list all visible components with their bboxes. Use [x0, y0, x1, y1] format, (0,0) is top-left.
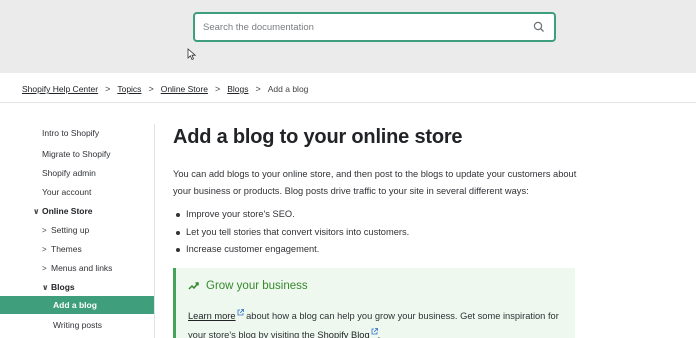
sidebar-item-setting-up[interactable]: > Setting up	[0, 221, 154, 239]
chevron-down-icon: ∨	[33, 207, 40, 216]
breadcrumb-divider	[0, 102, 696, 103]
list-item: Let you tell stories that convert visito…	[173, 224, 593, 242]
breadcrumb-current: Add a blog	[267, 84, 309, 94]
sidebar-item-label: Your account	[42, 187, 92, 197]
chevron-down-icon: ∨	[42, 283, 49, 292]
list-item: Improve your store's SEO.	[173, 206, 593, 224]
sidebar-item-label: Menus and links	[51, 263, 113, 273]
sidebar-item-blogs[interactable]: ∨ Blogs	[0, 278, 154, 296]
callout-body: Learn more about how a blog can help you…	[188, 305, 568, 338]
breadcrumb-separator: >	[105, 84, 111, 94]
sidebar-item-label: Themes	[51, 244, 82, 254]
sidebar-item-label: Online Store	[42, 206, 93, 216]
search-icon[interactable]	[532, 20, 546, 34]
sidebar-item-online-store[interactable]: ∨ Online Store	[0, 202, 154, 220]
grow-business-callout: Grow your business Learn more about how …	[173, 268, 575, 338]
breadcrumb: Shopify Help Center > Topics > Online St…	[22, 82, 308, 96]
breadcrumb-link-blogs[interactable]: Blogs	[227, 84, 248, 94]
sidebar-item-label: Shopify admin	[42, 168, 96, 178]
breadcrumb-link-online-store[interactable]: Online Store	[161, 84, 208, 94]
learn-more-link[interactable]: Learn more	[188, 311, 236, 321]
breadcrumb-separator: >	[148, 84, 154, 94]
shopify-blog-link[interactable]: Shopify Blog	[317, 330, 369, 338]
sidebar-divider	[154, 124, 155, 338]
page-title: Add a blog to your online store	[173, 126, 463, 148]
sidebar-item-intro-to-shopify[interactable]: Intro to Shopify	[0, 124, 154, 142]
callout-title-text: Grow your business	[206, 280, 308, 292]
intro-paragraph: You can add blogs to your online store, …	[173, 169, 577, 196]
sidebar-item-label: Migrate to Shopify	[42, 149, 111, 159]
sidebar-item-label: Setting up	[51, 225, 90, 235]
chevron-right-icon: >	[42, 245, 47, 254]
callout-text-end: .	[377, 330, 381, 338]
sidebar-item-add-a-blog[interactable]: Add a blog	[0, 296, 154, 314]
sidebar-item-shopify-admin[interactable]: Shopify admin	[0, 164, 154, 182]
sidebar-item-label: Intro to Shopify	[42, 128, 100, 138]
mouse-pointer-icon	[187, 48, 197, 61]
sidebar-item-label: Add a blog	[53, 300, 97, 310]
sidebar-item-label: Writing posts	[53, 320, 102, 330]
external-link-icon	[237, 305, 244, 316]
sidebar-item-your-account[interactable]: Your account	[0, 183, 154, 201]
sidebar-item-writing-posts[interactable]: Writing posts	[0, 316, 154, 334]
search-input[interactable]	[203, 18, 523, 36]
sidebar-item-themes[interactable]: > Themes	[0, 240, 154, 258]
search-band	[0, 0, 696, 73]
chevron-right-icon: >	[42, 264, 47, 273]
breadcrumb-separator: >	[255, 84, 261, 94]
breadcrumb-link-help-center[interactable]: Shopify Help Center	[22, 84, 98, 94]
external-link-icon	[371, 324, 378, 335]
sidebar-item-menus-and-links[interactable]: > Menus and links	[0, 259, 154, 277]
breadcrumb-link-topics[interactable]: Topics	[117, 84, 141, 94]
chevron-right-icon: >	[42, 226, 47, 235]
breadcrumb-separator: >	[214, 84, 221, 94]
benefits-list: Improve your store's SEO. Let you tell s…	[173, 206, 593, 259]
sidebar-item-migrate-to-shopify[interactable]: Migrate to Shopify	[0, 145, 154, 163]
list-item: Increase customer engagement.	[173, 241, 593, 259]
sidebar-item-label: Blogs	[51, 282, 75, 292]
callout-title: Grow your business	[188, 280, 308, 292]
search-box[interactable]	[193, 12, 556, 42]
trending-up-icon	[188, 281, 200, 291]
